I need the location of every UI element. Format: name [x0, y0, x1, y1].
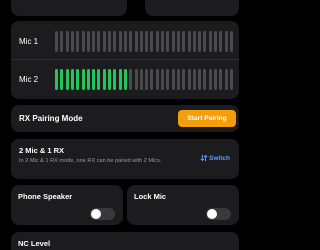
level-segment [139, 69, 143, 90]
level-segment [150, 69, 154, 90]
level-segment [60, 69, 64, 90]
phone-speaker-card: Phone Speaker [11, 185, 123, 225]
level-segment [214, 69, 217, 90]
lock-mic-card: Lock Mic [127, 185, 239, 225]
level-segment [171, 31, 175, 52]
level-segment [102, 69, 106, 90]
level-segment [76, 31, 80, 52]
swap-arrows-icon [200, 154, 208, 162]
meter-divider [11, 59, 239, 60]
level-segment [224, 69, 228, 90]
level-segment [65, 31, 69, 52]
level-segment [161, 69, 164, 90]
level-segment [55, 31, 58, 52]
level-segment [70, 69, 74, 90]
level-segment [155, 69, 159, 90]
level-segment [219, 31, 223, 52]
level-segment [219, 69, 223, 90]
level-segment [208, 31, 212, 52]
level-segment [92, 31, 96, 52]
lock-mic-label: Lock Mic [134, 192, 167, 201]
mic2-label: Mic 2 [19, 75, 39, 84]
level-segment [229, 69, 233, 90]
phone-speaker-toggle[interactable] [90, 208, 115, 220]
top-card-right [145, 0, 239, 16]
level-segment [203, 69, 207, 90]
level-segment [161, 31, 164, 52]
nc-level-card: NC Level [11, 232, 239, 250]
level-segment [139, 31, 143, 52]
level-segment [145, 31, 149, 52]
level-segment [171, 69, 175, 90]
rx-pairing-card: RX Pairing Mode Start Pairing [11, 105, 239, 132]
level-segment [97, 69, 101, 90]
rx-pairing-title: RX Pairing Mode [19, 114, 83, 123]
level-segment [129, 69, 133, 90]
level-segment [192, 69, 196, 90]
phone-speaker-label: Phone Speaker [18, 192, 73, 201]
level-segment [113, 69, 117, 90]
mic1-label: Mic 1 [19, 37, 39, 46]
level-segment [187, 31, 191, 52]
level-segment [92, 69, 96, 90]
level-segment [108, 31, 111, 52]
level-segment [208, 69, 212, 90]
mode-card: 2 Mic & 1 RX In 2 Mic & 1 RX mode, one R… [11, 139, 239, 179]
level-segment [166, 31, 170, 52]
mic1-meter-row: Mic 1 [11, 23, 239, 59]
top-card-left [11, 0, 127, 16]
lock-mic-toggle[interactable] [206, 208, 231, 220]
level-segment [176, 69, 180, 90]
level-segment [65, 69, 69, 90]
toggle-knob [207, 209, 217, 219]
level-segment [113, 31, 117, 52]
level-segment [182, 31, 186, 52]
switch-mode-button[interactable]: Switch [200, 154, 230, 162]
level-segment [145, 69, 149, 90]
level-segment [81, 31, 85, 52]
level-segment [134, 31, 138, 52]
level-segment [198, 31, 202, 52]
level-segment [97, 31, 101, 52]
mic2-meter-row: Mic 2 [11, 61, 239, 97]
switch-label: Switch [209, 154, 230, 162]
level-segment [134, 69, 138, 90]
level-segment [224, 31, 228, 52]
mode-description: In 2 Mic & 1 RX mode, one RX can be pair… [19, 158, 162, 164]
level-segment [198, 69, 202, 90]
level-segment [60, 31, 64, 52]
level-segment [192, 31, 196, 52]
mic-level-panel: Mic 1 Mic 2 [11, 21, 239, 99]
toggle-knob [91, 209, 101, 219]
level-segment [123, 31, 127, 52]
level-segment [118, 69, 122, 90]
level-segment [118, 31, 122, 52]
level-segment [76, 69, 80, 90]
level-segment [150, 31, 154, 52]
nc-level-title: NC Level [18, 239, 51, 248]
level-segment [70, 31, 74, 52]
start-pairing-button[interactable]: Start Pairing [178, 110, 236, 127]
level-segment [214, 31, 217, 52]
mode-title: 2 Mic & 1 RX [19, 146, 65, 155]
level-segment [155, 31, 159, 52]
level-segment [229, 31, 233, 52]
level-segment [166, 69, 170, 90]
level-segment [182, 69, 186, 90]
level-segment [108, 69, 111, 90]
level-segment [203, 31, 207, 52]
level-segment [86, 31, 90, 52]
level-segment [176, 31, 180, 52]
level-segment [55, 69, 58, 90]
level-segment [81, 69, 85, 90]
level-segment [187, 69, 191, 90]
level-segment [102, 31, 106, 52]
level-segment [86, 69, 90, 90]
level-segment [129, 31, 133, 52]
level-segment [123, 69, 127, 90]
